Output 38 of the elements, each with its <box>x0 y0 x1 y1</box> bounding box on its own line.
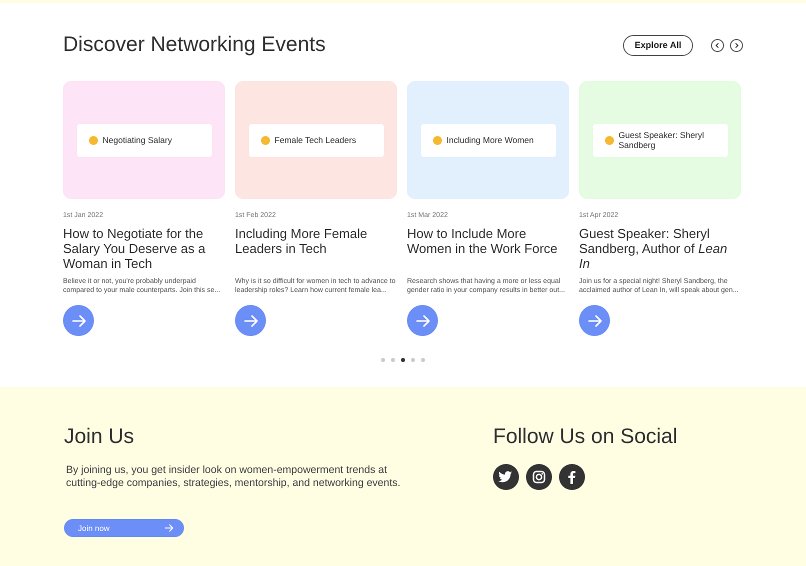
page-dot[interactable] <box>391 358 395 362</box>
previous-button[interactable] <box>711 38 724 52</box>
bird-icon[interactable] <box>493 464 519 490</box>
topic-text: Guest Speaker: Sheryl Sandberg <box>618 130 706 150</box>
page-dot[interactable] <box>411 358 415 362</box>
emoji-icon <box>88 136 98 144</box>
open-event-button[interactable] <box>235 305 266 336</box>
arrow-icon <box>242 312 258 328</box>
event-title: Including More Female Leaders in Tech <box>235 226 368 258</box>
event-title: How to Include More Women in the Work Force <box>407 226 559 258</box>
emoji-icon <box>432 136 442 144</box>
social-title: Follow Us on Social <box>493 425 678 449</box>
next-button[interactable] <box>730 38 743 52</box>
arrow-icon <box>70 312 86 328</box>
emoji-icon <box>604 136 614 144</box>
emoji-icon <box>260 136 270 144</box>
arrow-icon <box>164 523 174 533</box>
open-event-button[interactable] <box>579 305 610 336</box>
page-dot[interactable] <box>381 358 385 362</box>
open-event-button[interactable] <box>63 305 94 336</box>
letter-f-icon[interactable] <box>559 464 585 490</box>
arrow-icon <box>586 312 602 328</box>
page-dot[interactable] <box>421 358 425 362</box>
open-event-button[interactable] <box>407 305 438 336</box>
topic-text: Including More Women <box>446 135 534 145</box>
camera-icon[interactable] <box>526 464 552 490</box>
page-dot[interactable] <box>401 358 405 362</box>
join-title: Join Us <box>64 425 136 449</box>
chevron-right-icon <box>733 42 740 48</box>
event-title: How to Negotiate for the Salary You Deserve as a Woman in Tech <box>63 226 206 272</box>
topic-text: Negotiating Salary <box>102 135 172 145</box>
arrow-icon <box>414 312 430 328</box>
join-text: By joining us, you get insider look on women-empowerment trends at cutting-edge companies, strategies, mentorship, and networking events. <box>66 464 402 490</box>
topic-text: Female Tech Leaders <box>274 135 356 145</box>
event-title: Guest Speaker: Sheryl Sandberg, Author of Lean In <box>579 226 728 272</box>
section-title: Discover Networking Events <box>63 33 326 57</box>
chevron-left-icon <box>714 42 721 48</box>
explore-all-button[interactable]: Explore All <box>623 34 693 56</box>
